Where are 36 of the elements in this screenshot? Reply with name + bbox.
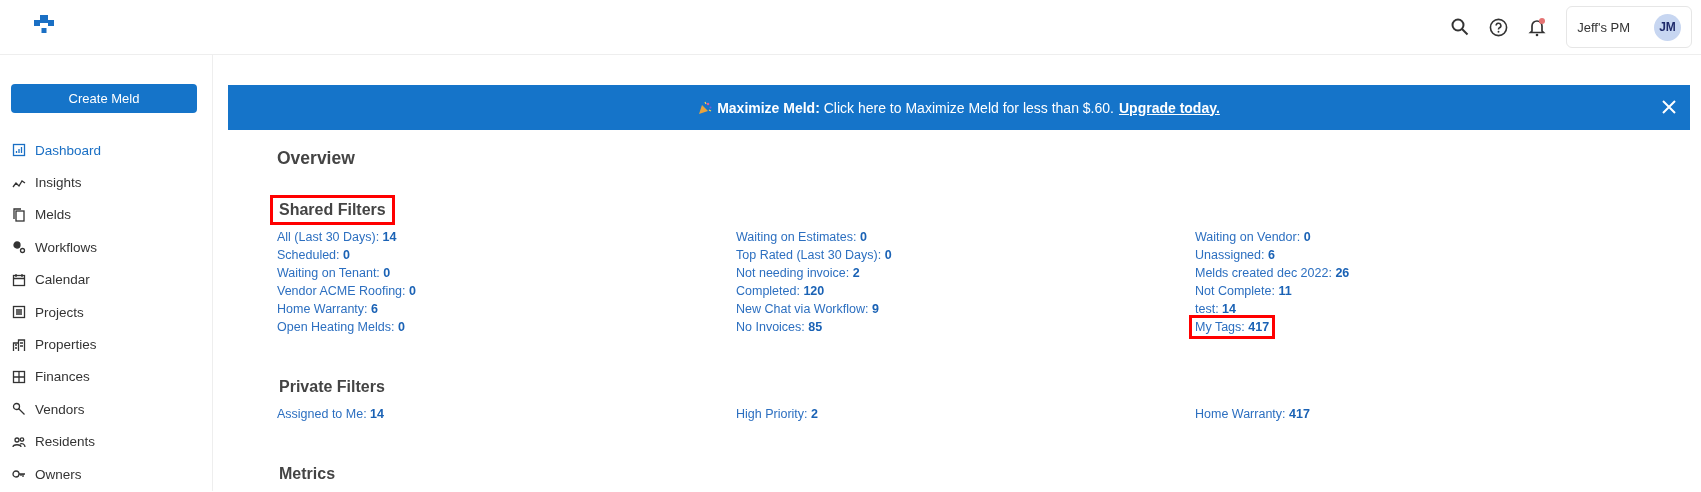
sidebar-item[interactable]: Finances: [11, 360, 196, 394]
sidebar-item[interactable]: Melds: [11, 198, 196, 232]
create-meld-button[interactable]: Create Meld: [11, 84, 197, 113]
sidebar-item[interactable]: Vendors: [11, 393, 196, 426]
promo-banner[interactable]: Maximize Meld: Click here to Maximize Meld for less than $.60. Upgrade today.: [228, 85, 1690, 130]
section-heading: Private Filters: [278, 377, 386, 397]
party-popper-icon: [698, 100, 713, 115]
dashboard-icon: [12, 143, 26, 158]
sidebar-item[interactable]: Dashboard: [11, 134, 196, 167]
logo-icon[interactable]: [34, 15, 54, 35]
filter-link[interactable]: High Priority: 2: [730, 402, 824, 426]
sidebar-item[interactable]: Insights: [11, 166, 196, 199]
sidebar-item[interactable]: Calendar: [11, 263, 196, 296]
sidebar-item[interactable]: Projects: [11, 295, 196, 329]
buildings-icon: [12, 337, 26, 352]
banner-text: Maximize Meld: Click here to Maximize Meld for less than $.60.: [717, 99, 1114, 116]
upgrade-link[interactable]: Upgrade today.: [1118, 99, 1220, 116]
search-icon[interactable]: [1451, 18, 1470, 36]
notification-bell-icon[interactable]: [1528, 17, 1547, 37]
close-icon[interactable]: [1662, 100, 1676, 114]
help-icon[interactable]: [1489, 17, 1509, 37]
filter-link[interactable]: Home Warranty: 417: [1189, 402, 1316, 426]
copy-icon: [12, 207, 26, 222]
sidebar-item[interactable]: Residents: [11, 425, 196, 458]
account-menu[interactable]: Jeff's PM JM: [1566, 6, 1692, 48]
filter-link[interactable]: Assigned to Me: 14: [271, 402, 390, 426]
spreadsheet-icon: [12, 369, 26, 384]
sidebar-item[interactable]: Owners: [11, 457, 196, 491]
page-title: Overview: [277, 148, 356, 169]
section-heading: Shared Filters: [270, 195, 395, 225]
sidebar-item[interactable]: Properties: [11, 328, 196, 361]
filter-link[interactable]: My Tags: 417: [1189, 315, 1276, 339]
sidebar-item[interactable]: Workflows: [11, 231, 196, 264]
section-heading: Metrics: [278, 464, 337, 484]
calendar-icon: [12, 272, 26, 287]
people-icon: [12, 434, 26, 449]
